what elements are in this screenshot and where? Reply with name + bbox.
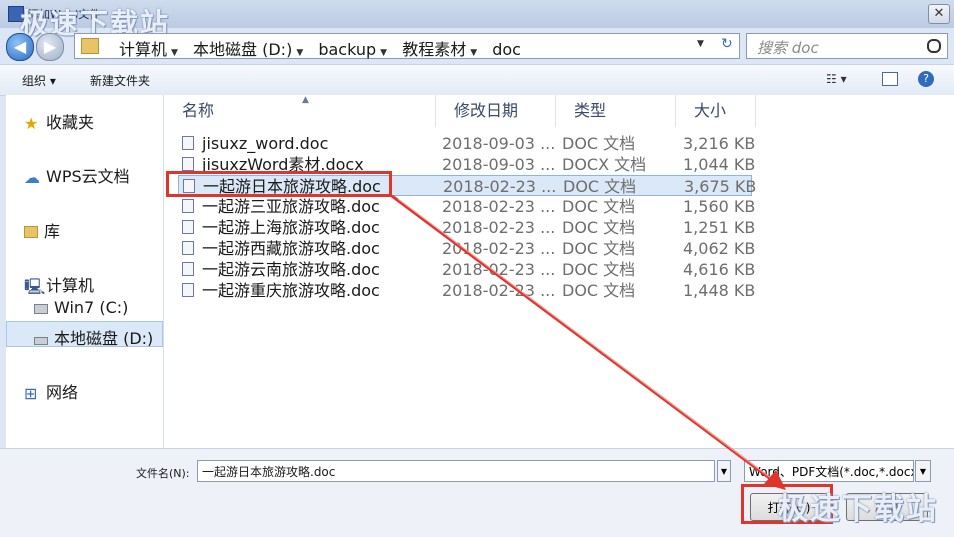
watermark: 极速下载站 xyxy=(778,492,938,527)
annotation-arrow xyxy=(391,194,786,490)
open-file-dialog: 添加Word文件 极速下载站 ✕ ◀ ▶ 计算机 ▼ 本地磁盘 (D:) ▼ bac… xyxy=(0,0,954,537)
